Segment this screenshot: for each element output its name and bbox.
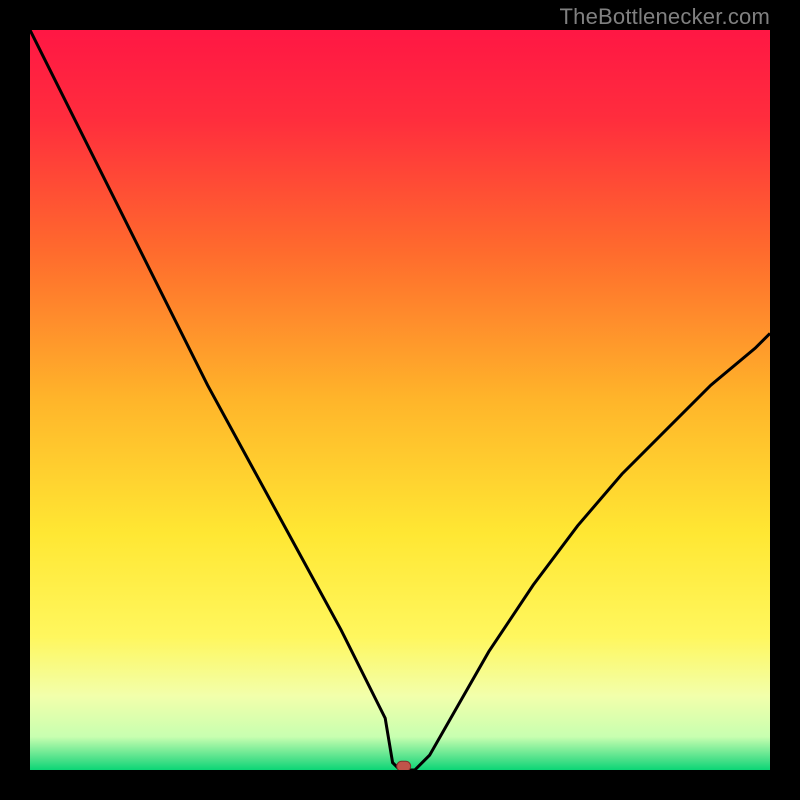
chart-svg	[30, 30, 770, 770]
gradient-background	[30, 30, 770, 770]
plot-area	[30, 30, 770, 770]
watermark-text: TheBottlenecker.com	[560, 4, 770, 30]
optimal-point-marker	[397, 761, 411, 770]
chart-frame: TheBottlenecker.com	[0, 0, 800, 800]
